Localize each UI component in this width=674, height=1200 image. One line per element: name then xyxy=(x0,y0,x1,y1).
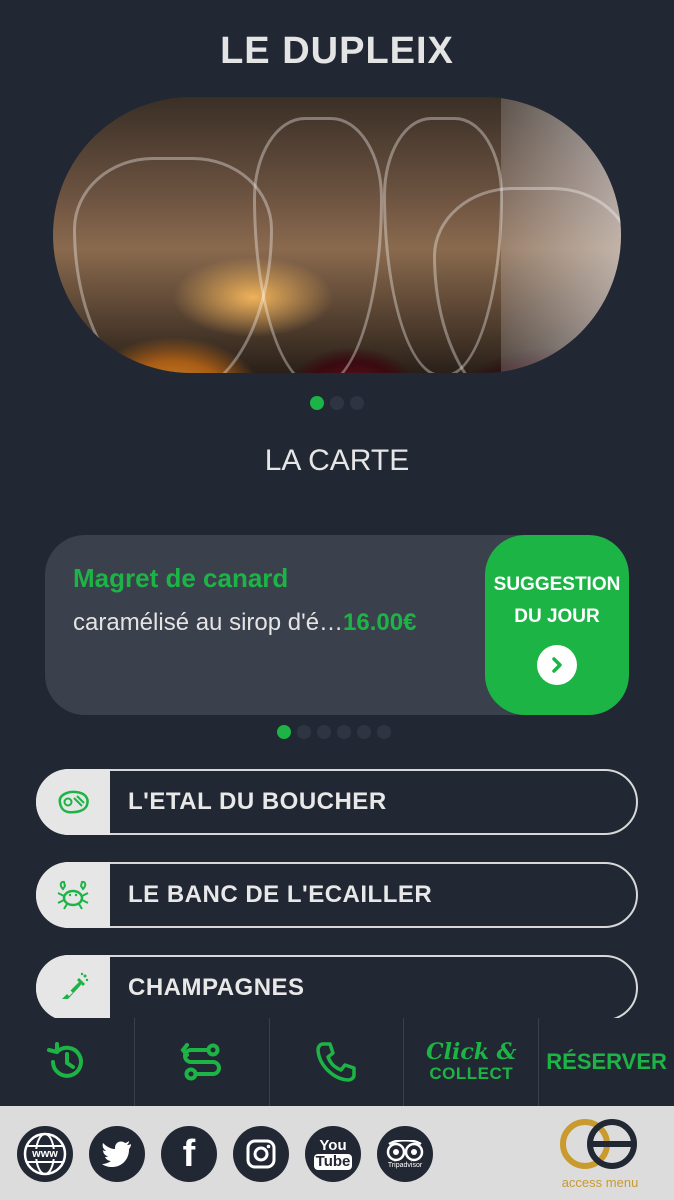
section-title: LA CARTE xyxy=(264,444,410,477)
suggestion-description: caramélisé au sirop d'é…16.00€ xyxy=(73,609,416,637)
chevron-right-icon[interactable] xyxy=(537,645,577,685)
footer: www f You Tube Tripadvisor access menu xyxy=(0,1106,674,1200)
history-clock-icon xyxy=(46,1042,83,1078)
hero-dot-2[interactable] xyxy=(330,396,344,410)
restaurant-title: LE DUPLEIX xyxy=(220,30,454,72)
brand-label: access menu xyxy=(561,1175,639,1190)
category-label: L'ETAL DU BOUCHER xyxy=(128,788,387,815)
hero-glass-center xyxy=(253,117,383,373)
facebook-label: f xyxy=(182,1132,196,1175)
daily-suggestion-card[interactable]: Magret de canard caramélisé au sirop d'é… xyxy=(45,535,629,715)
twitter-icon[interactable] xyxy=(89,1126,145,1182)
call-button[interactable] xyxy=(270,1018,405,1106)
suggestion-dot-1[interactable] xyxy=(277,725,291,739)
hero-glass-left xyxy=(73,157,273,373)
suggestion-dot-6[interactable] xyxy=(377,725,391,739)
reserve-label: RÉSERVER xyxy=(546,1049,667,1074)
hero-image-carousel[interactable] xyxy=(53,97,621,373)
website-icon[interactable]: www xyxy=(17,1126,73,1182)
hero-dot-3[interactable] xyxy=(350,396,364,410)
suggestion-dot-2[interactable] xyxy=(297,725,311,739)
suggestion-dot-3[interactable] xyxy=(317,725,331,739)
hero-glass-right xyxy=(433,187,621,373)
suggestion-description-text: caramélisé au sirop d'é… xyxy=(73,609,344,636)
youtube-label-top: You xyxy=(319,1137,347,1154)
hero-carousel-dots xyxy=(310,396,364,410)
category-etal-du-boucher[interactable]: L'ETAL DU BOUCHER xyxy=(36,769,638,835)
youtube-label-bottom: Tube xyxy=(313,1153,353,1170)
suggestion-dot-4[interactable] xyxy=(337,725,351,739)
suggestion-dot-5[interactable] xyxy=(357,725,371,739)
hero-dot-1[interactable] xyxy=(310,396,324,410)
click-and-collect-button[interactable]: Click & COLLECT xyxy=(404,1018,540,1106)
access-menu-logo-mark xyxy=(560,1119,637,1169)
suggestion-badge-line2: DU JOUR xyxy=(514,606,600,627)
suggestion-badge-line1: SUGGESTION xyxy=(493,574,621,595)
history-button[interactable] xyxy=(0,1018,135,1106)
website-label: www xyxy=(32,1148,58,1160)
crab-icon xyxy=(36,862,110,928)
youtube-icon[interactable]: You Tube xyxy=(305,1126,361,1182)
tripadvisor-icon[interactable]: Tripadvisor xyxy=(377,1126,433,1182)
phone-icon xyxy=(316,1042,357,1082)
suggestion-price: 16.00€ xyxy=(343,609,417,636)
tripadvisor-label: Tripadvisor xyxy=(387,1161,423,1169)
reserve-button[interactable]: RÉSERVER xyxy=(539,1018,674,1106)
click-collect-label-top: Click & xyxy=(426,1039,517,1065)
category-banc-de-l-ecailler[interactable]: LE BANC DE L'ECAILLER xyxy=(36,862,638,928)
click-collect-label-bottom: COLLECT xyxy=(429,1064,514,1083)
steak-icon xyxy=(36,769,110,835)
route-icon xyxy=(180,1043,221,1081)
category-champagnes[interactable]: CHAMPAGNES xyxy=(36,955,638,1021)
facebook-icon[interactable]: f xyxy=(161,1126,217,1182)
category-label: CHAMPAGNES xyxy=(128,974,305,1001)
directions-button[interactable] xyxy=(135,1018,270,1106)
instagram-icon[interactable] xyxy=(233,1126,289,1182)
category-label: LE BANC DE L'ECAILLER xyxy=(128,881,433,908)
access-menu-logo[interactable]: access menu xyxy=(550,1116,650,1190)
bottom-navbar: Click & COLLECT RÉSERVER xyxy=(0,1018,674,1106)
suggestion-carousel-dots xyxy=(277,725,391,739)
champagne-bottle-icon xyxy=(36,955,110,1021)
suggestion-dish-name: Magret de canard xyxy=(73,563,289,593)
suggestion-du-jour-button[interactable]: SUGGESTION DU JOUR xyxy=(485,535,629,715)
